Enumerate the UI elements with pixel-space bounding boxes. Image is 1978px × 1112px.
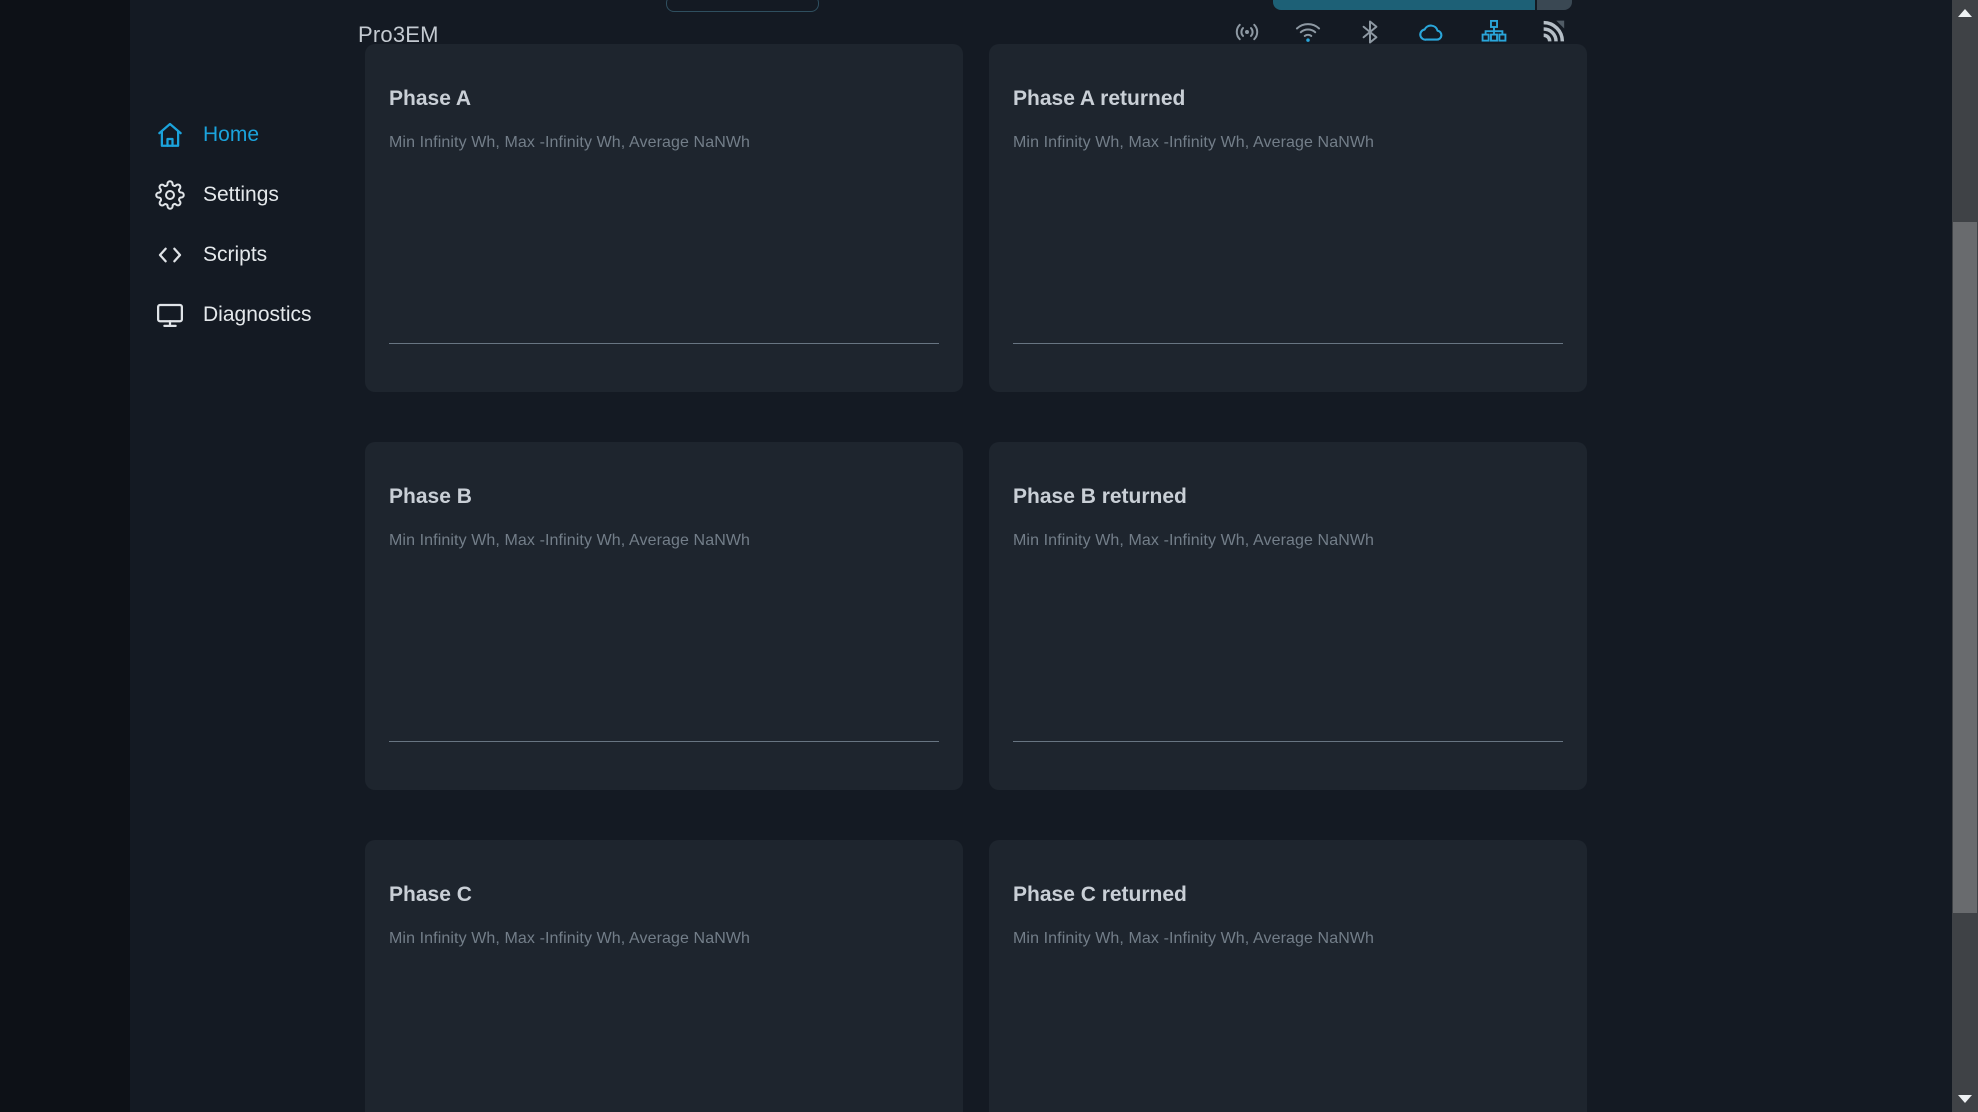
chart-baseline [1013,343,1563,344]
scroll-up-arrow-icon[interactable] [1958,9,1972,17]
ethernet-icon[interactable] [1480,18,1508,46]
phase-c-card: Phase C Min Infinity Wh, Max -Infinity W… [365,840,963,1112]
vertical-scrollbar[interactable] [1952,0,1978,1112]
card-title: Phase A returned [1013,86,1587,112]
card-stats: Min Infinity Wh, Max -Infinity Wh, Avera… [1013,132,1563,154]
sidebar-item-settings[interactable]: Settings [155,180,312,210]
sidebar-item-label: Scripts [203,240,267,270]
chart-baseline [389,343,939,344]
toggle-bar-end-cap [1537,0,1572,10]
sidebar-item-diagnostics[interactable]: Diagnostics [155,300,312,330]
scrolled-toggle-bar[interactable] [1273,0,1572,10]
scroll-down-arrow-icon[interactable] [1958,1095,1972,1103]
card-title: Phase B [389,484,963,510]
card-stats: Min Infinity Wh, Max -Infinity Wh, Avera… [1013,530,1563,552]
sidebar-item-label: Diagnostics [203,300,312,330]
sidebar-nav: Home Settings Scripts Diagnostics [155,120,312,330]
phase-b-card: Phase B Min Infinity Wh, Max -Infinity W… [365,442,963,790]
card-stats: Min Infinity Wh, Max -Infinity Wh, Avera… [389,132,939,154]
sidebar-item-label: Home [203,120,259,150]
phase-a-returned-card: Phase A returned Min Infinity Wh, Max -I… [989,44,1587,392]
card-stats: Min Infinity Wh, Max -Infinity Wh, Avera… [389,928,939,950]
sidebar-item-label: Settings [203,180,279,210]
home-icon [155,120,185,150]
cloud-icon[interactable] [1418,18,1446,46]
rss-icon[interactable] [1539,18,1567,46]
scrollbar-thumb[interactable] [1953,222,1977,913]
card-stats: Min Infinity Wh, Max -Infinity Wh, Avera… [1013,928,1563,950]
card-title: Phase A [389,86,963,112]
wifi-active-dot [1306,38,1310,42]
card-stats: Min Infinity Wh, Max -Infinity Wh, Avera… [389,530,939,552]
chart-baseline [1013,741,1563,742]
code-icon [155,240,185,270]
phase-c-returned-card: Phase C returned Min Infinity Wh, Max -I… [989,840,1587,1112]
toggle-bar-active-segment [1273,0,1535,10]
sidebar-item-home[interactable]: Home [155,120,312,150]
scrolled-outline-button[interactable] [666,0,819,12]
card-title: Phase C [389,882,963,908]
phase-a-card: Phase A Min Infinity Wh, Max -Infinity W… [365,44,963,392]
monitor-icon [155,300,185,330]
sidebar-item-scripts[interactable]: Scripts [155,240,312,270]
gear-icon [155,180,185,210]
chart-baseline [389,741,939,742]
bluetooth-icon[interactable] [1356,18,1384,46]
access-point-icon[interactable] [1233,18,1261,46]
shelly-web-ui: Pro3EM [0,0,1978,1112]
card-title: Phase C returned [1013,882,1587,908]
card-title: Phase B returned [1013,484,1587,510]
phase-b-returned-card: Phase B returned Min Infinity Wh, Max -I… [989,442,1587,790]
wifi-icon[interactable] [1294,18,1322,46]
